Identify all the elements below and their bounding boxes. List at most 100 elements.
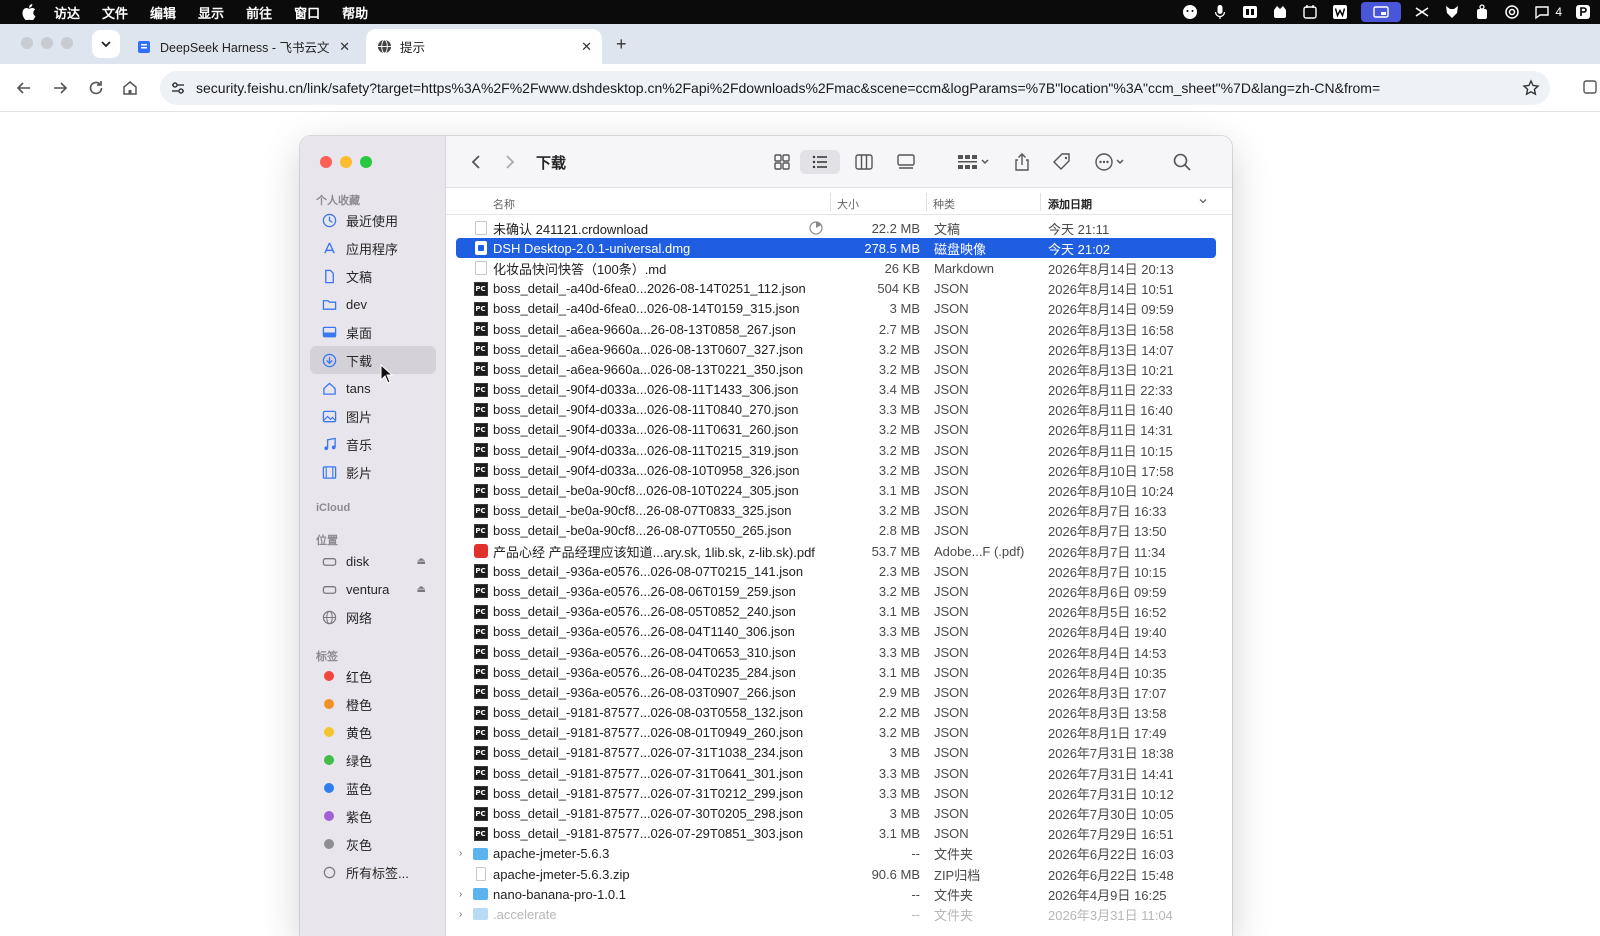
apple-icon[interactable] bbox=[18, 1, 40, 23]
tab-notice[interactable]: 提示 ✕ bbox=[366, 29, 602, 64]
disclosure-triangle-icon[interactable]: › bbox=[459, 909, 469, 920]
file-row[interactable]: PC boss_detail_-90f4-d033a...026-08-11T08… bbox=[456, 400, 1216, 420]
tab-search-button[interactable] bbox=[92, 30, 120, 58]
tag-button[interactable] bbox=[1050, 150, 1074, 174]
file-row[interactable]: › apache-jmeter-5.6.3 -- 文件夹 2026年6月22日 16:0… bbox=[456, 844, 1216, 864]
sidebar-tag-orange[interactable]: 橙色 bbox=[310, 690, 436, 718]
address-bar[interactable]: security.feishu.cn/link/safety?target=ht… bbox=[160, 71, 1550, 105]
file-row[interactable]: PC boss_detail_-90f4-d033a...026-08-11T02… bbox=[456, 440, 1216, 460]
calendar-icon[interactable] bbox=[1301, 4, 1319, 20]
sidebar-item-downloads[interactable]: 下载 bbox=[310, 346, 436, 374]
eject-icon[interactable]: ⏏ bbox=[417, 556, 426, 567]
menu-view[interactable]: 显示 bbox=[198, 3, 224, 22]
sidebar-tag-gray[interactable]: 灰色 bbox=[310, 830, 436, 858]
column-view-button[interactable] bbox=[850, 150, 878, 174]
file-row[interactable]: PC boss_detail_-90f4-d033a...026-08-10T09… bbox=[456, 460, 1216, 480]
tab-close-icon[interactable]: ✕ bbox=[581, 39, 592, 55]
share-button[interactable] bbox=[1010, 150, 1034, 174]
microphone-icon[interactable] bbox=[1211, 4, 1229, 20]
new-tab-button[interactable]: + bbox=[616, 34, 627, 55]
menu-file[interactable]: 文件 bbox=[102, 3, 128, 22]
w-icon[interactable] bbox=[1331, 4, 1349, 20]
sidebar-item-network[interactable]: 网络 bbox=[310, 603, 436, 631]
site-info-icon[interactable] bbox=[168, 78, 188, 98]
message-icon[interactable] bbox=[1533, 4, 1551, 20]
column-date-added[interactable]: 添加日期 bbox=[1048, 196, 1092, 212]
sidebar-item-home[interactable]: tans bbox=[310, 374, 436, 402]
file-row[interactable]: PC boss_detail_-9181-87577...026-07-31T02… bbox=[456, 783, 1216, 803]
file-row[interactable]: PC boss_detail_-9181-87577...026-08-03T05… bbox=[456, 703, 1216, 723]
file-row[interactable]: PC boss_detail_-90f4-d033a...026-08-11T06… bbox=[456, 420, 1216, 440]
file-row[interactable]: PC boss_detail_-a6ea-9660a...26-08-13T085… bbox=[456, 319, 1216, 339]
file-row[interactable]: DSH Desktop-2.0.1-universal.dmg 278.5 MB 磁… bbox=[456, 238, 1216, 259]
column-size[interactable]: 大小 bbox=[837, 196, 859, 212]
minimize-button[interactable] bbox=[340, 156, 352, 168]
back-button[interactable] bbox=[466, 150, 488, 174]
sidebar-item-desktop[interactable]: 桌面 bbox=[310, 318, 436, 346]
file-row[interactable]: PC boss_detail_-90f4-d033a...026-08-11T14… bbox=[456, 380, 1216, 400]
sidebar-tag-blue[interactable]: 蓝色 bbox=[310, 774, 436, 802]
menu-finder[interactable]: 访达 bbox=[54, 3, 80, 22]
menu-edit[interactable]: 编辑 bbox=[150, 3, 176, 22]
file-row[interactable]: PC boss_detail_-a40d-6fea0...2026-08-14T0… bbox=[456, 279, 1216, 299]
window-minimize-button[interactable] bbox=[41, 37, 53, 49]
sidebar-item-documents[interactable]: 文稿 bbox=[310, 262, 436, 290]
sidebar-all-tags[interactable]: 所有标签... bbox=[310, 858, 436, 886]
more-actions-button[interactable] bbox=[1092, 150, 1132, 174]
file-row[interactable]: PC boss_detail_-9181-87577...026-07-31T10… bbox=[456, 743, 1216, 763]
icon-view-button[interactable] bbox=[768, 150, 796, 174]
bag-icon[interactable] bbox=[1473, 4, 1491, 20]
menu-help[interactable]: 帮助 bbox=[342, 3, 368, 22]
forward-button[interactable] bbox=[498, 150, 520, 174]
tab-feishu-doc[interactable]: DeepSeek Harness - 飞书云文 ✕ bbox=[126, 29, 360, 64]
sidebar-item-disk[interactable]: disk ⏏ bbox=[310, 547, 436, 575]
sidebar-item-movies[interactable]: 影片 bbox=[310, 458, 436, 486]
eject-icon[interactable]: ⏏ bbox=[417, 584, 426, 595]
column-divider[interactable] bbox=[1040, 193, 1041, 211]
file-row[interactable]: PC boss_detail_-936a-e0576...026-08-07T02… bbox=[456, 561, 1216, 581]
column-divider[interactable] bbox=[830, 193, 831, 211]
file-row[interactable]: 产品心经 产品经理应该知道...ary.sk, 1lib.sk, z-lib.s… bbox=[456, 541, 1216, 561]
chat-bubble-icon[interactable] bbox=[1181, 4, 1199, 20]
group-button[interactable] bbox=[954, 150, 994, 174]
search-button[interactable] bbox=[1170, 150, 1194, 174]
file-row[interactable]: apache-jmeter-5.6.3.zip 90.6 MB ZIP归档 2026年… bbox=[456, 864, 1216, 884]
zoom-button[interactable] bbox=[360, 156, 372, 168]
file-row[interactable]: › nano-banana-pro-1.0.1 -- 文件夹 2026年4月9日 16:… bbox=[456, 884, 1216, 904]
file-row[interactable]: PC boss_detail_-936a-e0576...26-08-05T085… bbox=[456, 602, 1216, 622]
file-row[interactable]: PC boss_detail_-936a-e0576...26-08-06T015… bbox=[456, 581, 1216, 601]
menu-window[interactable]: 窗口 bbox=[294, 3, 320, 22]
sidebar-item-recents[interactable]: 最近使用 bbox=[310, 206, 436, 234]
reload-button[interactable] bbox=[84, 76, 108, 100]
file-row[interactable]: PC boss_detail_-9181-87577...026-07-29T08… bbox=[456, 824, 1216, 844]
cat-icon[interactable] bbox=[1271, 4, 1289, 20]
openai-icon[interactable] bbox=[1503, 4, 1521, 20]
file-row[interactable]: PC boss_detail_-936a-e0576...26-08-03T090… bbox=[456, 682, 1216, 702]
file-row[interactable]: PC boss_detail_-be0a-90cf8...026-08-10T02… bbox=[456, 480, 1216, 500]
extension-icon[interactable] bbox=[1582, 78, 1600, 96]
screen-share-icon[interactable] bbox=[1361, 2, 1402, 22]
file-row[interactable]: PC boss_detail_-a6ea-9660a...026-08-13T02… bbox=[456, 359, 1216, 379]
file-row[interactable]: PC boss_detail_-9181-87577...026-07-30T02… bbox=[456, 803, 1216, 823]
window-close-button[interactable] bbox=[21, 37, 33, 49]
home-button[interactable] bbox=[118, 76, 142, 100]
file-row[interactable]: PC boss_detail_-936a-e0576...26-08-04T023… bbox=[456, 662, 1216, 682]
bookmark-star-icon[interactable] bbox=[1522, 79, 1540, 102]
disclosure-triangle-icon[interactable]: › bbox=[459, 889, 469, 900]
file-row[interactable]: › .accelerate -- 文件夹 2026年3月31日 11:04 bbox=[456, 904, 1216, 924]
file-row[interactable]: PC boss_detail_-a6ea-9660a...026-08-13T06… bbox=[456, 339, 1216, 359]
sidebar-tag-green[interactable]: 绿色 bbox=[310, 746, 436, 774]
file-row[interactable]: 化妆品快问快答（100条）.md 26 KB Markdown 2026年8月14日 … bbox=[456, 258, 1216, 278]
file-row[interactable]: PC boss_detail_-9181-87577...026-07-31T06… bbox=[456, 763, 1216, 783]
sidebar-item-music[interactable]: 音乐 bbox=[310, 430, 436, 458]
tab-close-icon[interactable]: ✕ bbox=[339, 39, 350, 55]
url-text[interactable]: security.feishu.cn/link/safety?target=ht… bbox=[196, 80, 1496, 96]
sidebar-tag-yellow[interactable]: 黄色 bbox=[310, 718, 436, 746]
sort-chevron-icon[interactable] bbox=[1198, 196, 1208, 209]
sidebar-tag-purple[interactable]: 紫色 bbox=[310, 802, 436, 830]
sidebar-item-applications[interactable]: 应用程序 bbox=[310, 234, 436, 262]
close-button[interactable] bbox=[320, 156, 332, 168]
p-icon[interactable] bbox=[1574, 4, 1592, 20]
menu-go[interactable]: 前往 bbox=[246, 3, 272, 22]
list-view-button[interactable] bbox=[800, 150, 840, 174]
